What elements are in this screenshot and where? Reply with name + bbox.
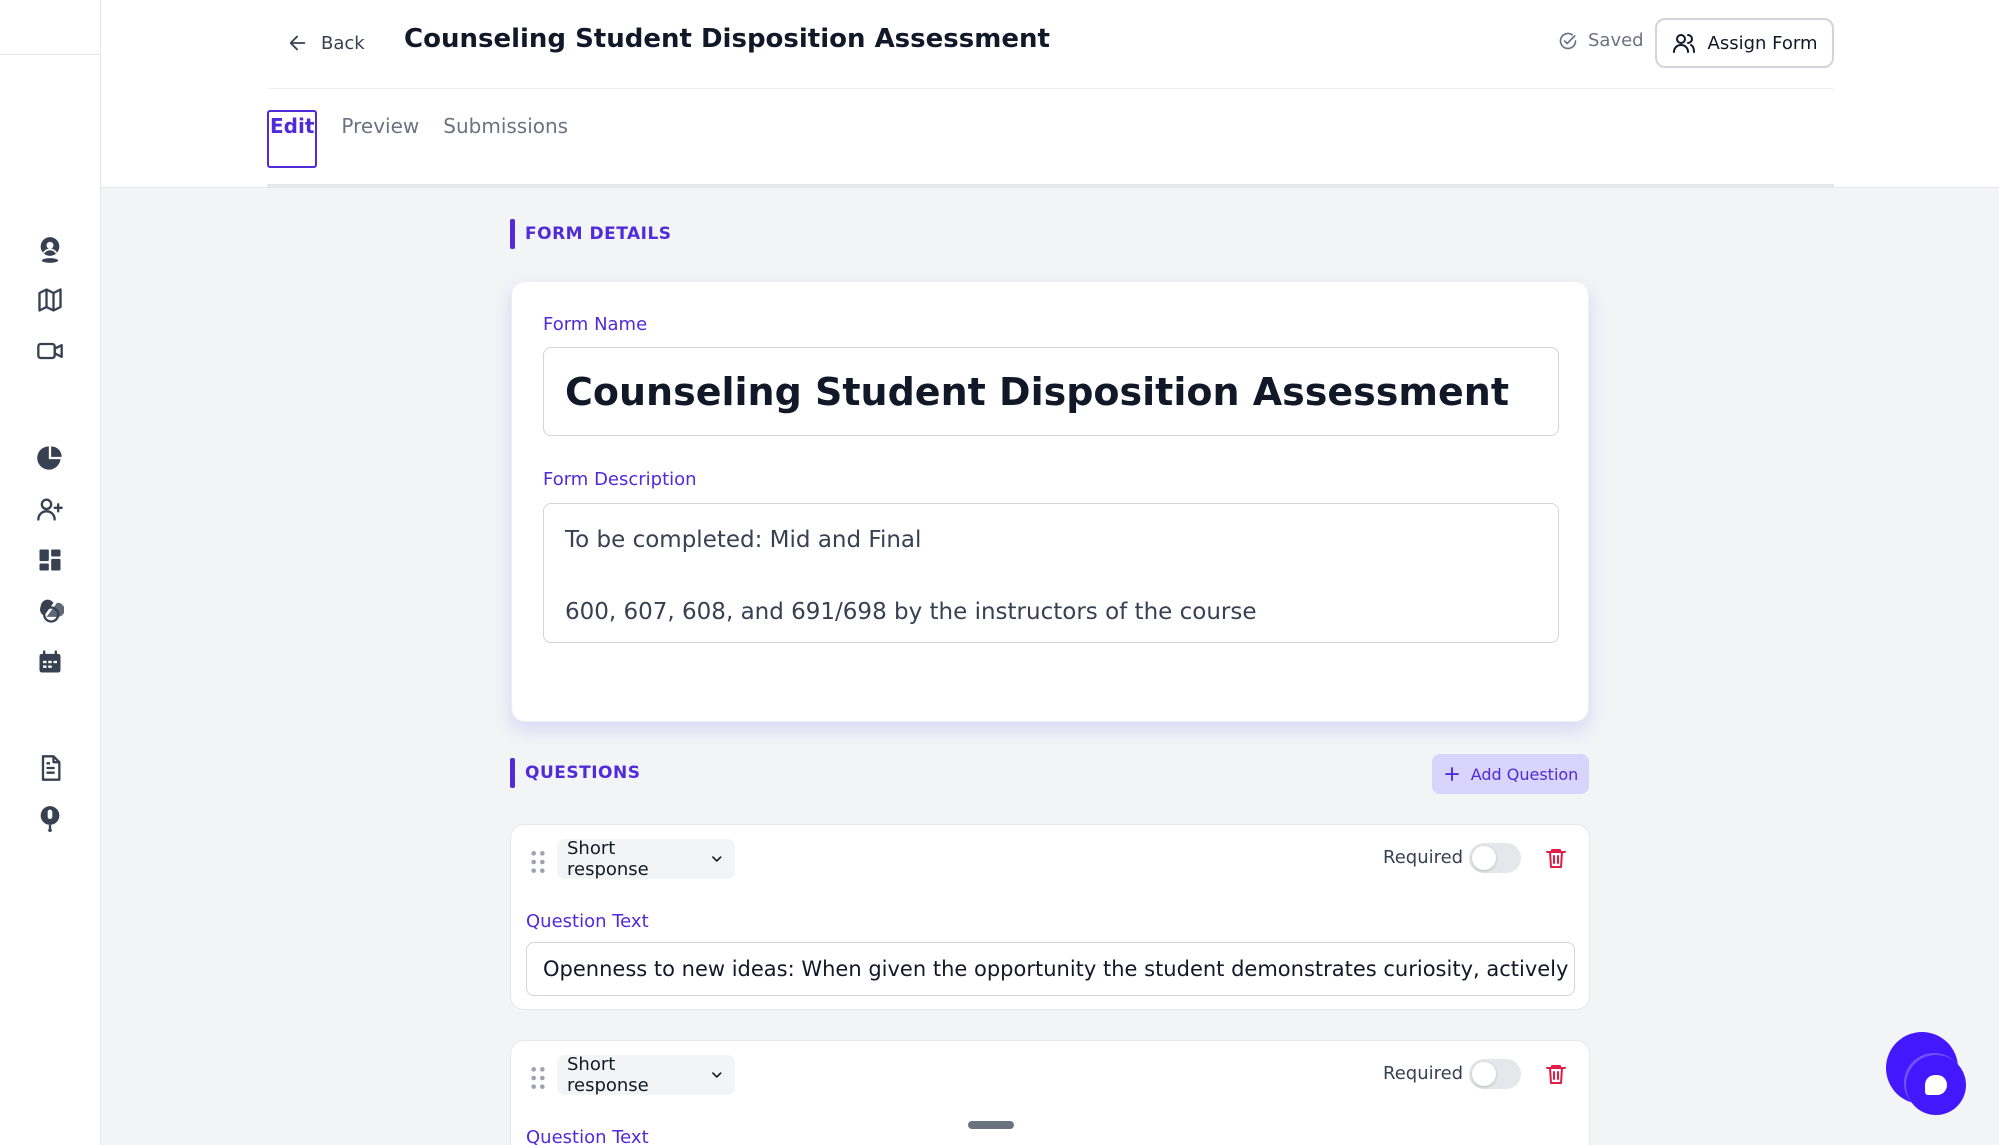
toggle-knob <box>1472 846 1496 870</box>
description-line-1: To be completed: Mid and Final <box>565 527 922 553</box>
chat-bubble-icon <box>1925 1075 1947 1095</box>
video-icon[interactable] <box>34 335 66 367</box>
trash-icon[interactable] <box>1544 1061 1568 1087</box>
tab-bar: Edit Preview Submissions <box>267 110 568 168</box>
add-question-label: Add Question <box>1470 764 1579 784</box>
saved-label: Saved <box>1588 30 1644 51</box>
map-icon[interactable] <box>34 284 66 316</box>
question-type-select[interactable]: Short response <box>557 1054 735 1096</box>
add-question-button[interactable]: Add Question <box>1432 754 1589 794</box>
form-details-card: Form Name Counseling Student Disposition… <box>511 281 1589 722</box>
chat-bubble-button[interactable] <box>1906 1055 1966 1115</box>
questions-title: QUESTIONS <box>525 763 641 783</box>
required-toggle[interactable] <box>1469 843 1521 873</box>
tab-preview[interactable]: Preview <box>341 110 419 168</box>
sidebar <box>0 0 101 1145</box>
question-text-input[interactable]: Openness to new ideas: When given the op… <box>526 942 1575 996</box>
page-title: Counseling Student Disposition Assessmen… <box>404 24 1050 54</box>
dashboard-icon[interactable] <box>34 544 66 576</box>
arrow-left-icon <box>289 35 306 51</box>
back-label: Back <box>321 32 365 54</box>
form-description-label: Form Description <box>543 469 697 490</box>
question-text-label: Question Text <box>526 911 649 932</box>
description-line-2: 600, 607, 608, and 691/698 by the instru… <box>565 599 1257 625</box>
document-icon[interactable] <box>34 752 66 784</box>
required-label: Required <box>1383 847 1464 868</box>
question-card: Short response Required Question Text <box>510 1040 1590 1145</box>
question-text-label: Question Text <box>526 1127 649 1145</box>
plus-icon <box>1444 767 1459 781</box>
drag-handle-icon[interactable] <box>529 849 547 875</box>
layers-icon[interactable] <box>34 595 66 627</box>
chevron-down-icon <box>712 1072 722 1078</box>
calendar-icon[interactable] <box>34 646 66 678</box>
saved-status: Saved <box>1558 30 1644 51</box>
required-label: Required <box>1383 1063 1464 1084</box>
microphone-icon[interactable] <box>34 803 66 835</box>
assign-form-button[interactable]: Assign Form <box>1655 18 1834 68</box>
form-description-input[interactable]: To be completed: Mid and Final 600, 607,… <box>543 503 1559 643</box>
tab-submissions[interactable]: Submissions <box>443 110 568 168</box>
section-accent-bar <box>510 758 515 788</box>
questions-heading: QUESTIONS <box>510 758 640 788</box>
assign-form-label: Assign Form <box>1707 32 1818 54</box>
form-name-input[interactable]: Counseling Student Disposition Assessmen… <box>543 347 1559 436</box>
required-toggle[interactable] <box>1469 1059 1521 1089</box>
scroll-indicator[interactable] <box>968 1121 1014 1129</box>
chart-icon[interactable] <box>34 442 66 474</box>
users-icon <box>1672 34 1695 53</box>
question-type-select[interactable]: Short response <box>557 838 735 880</box>
back-button[interactable]: Back <box>287 26 365 60</box>
form-details-title: FORM DETAILS <box>525 224 672 244</box>
tabs-divider <box>267 184 1834 188</box>
chevron-down-icon <box>712 856 722 862</box>
drag-handle-icon[interactable] <box>529 1065 547 1091</box>
tab-edit[interactable]: Edit <box>267 110 318 168</box>
toggle-knob <box>1472 1062 1496 1086</box>
page-header: Back Counseling Student Disposition Asse… <box>101 0 1999 188</box>
check-circle-icon <box>1559 32 1577 49</box>
question-card: Short response Required Question Text Op… <box>510 824 1590 1010</box>
trash-icon[interactable] <box>1544 845 1568 871</box>
question-type-value: Short response <box>567 1054 649 1096</box>
question-type-value: Short response <box>567 838 649 880</box>
header-divider <box>267 88 1834 89</box>
add-user-icon[interactable] <box>34 493 66 525</box>
form-name-label: Form Name <box>543 314 648 335</box>
form-details-heading: FORM DETAILS <box>510 219 672 249</box>
section-accent-bar <box>510 219 515 249</box>
user-pin-icon[interactable] <box>34 234 66 266</box>
sidebar-top-divider <box>0 54 101 55</box>
